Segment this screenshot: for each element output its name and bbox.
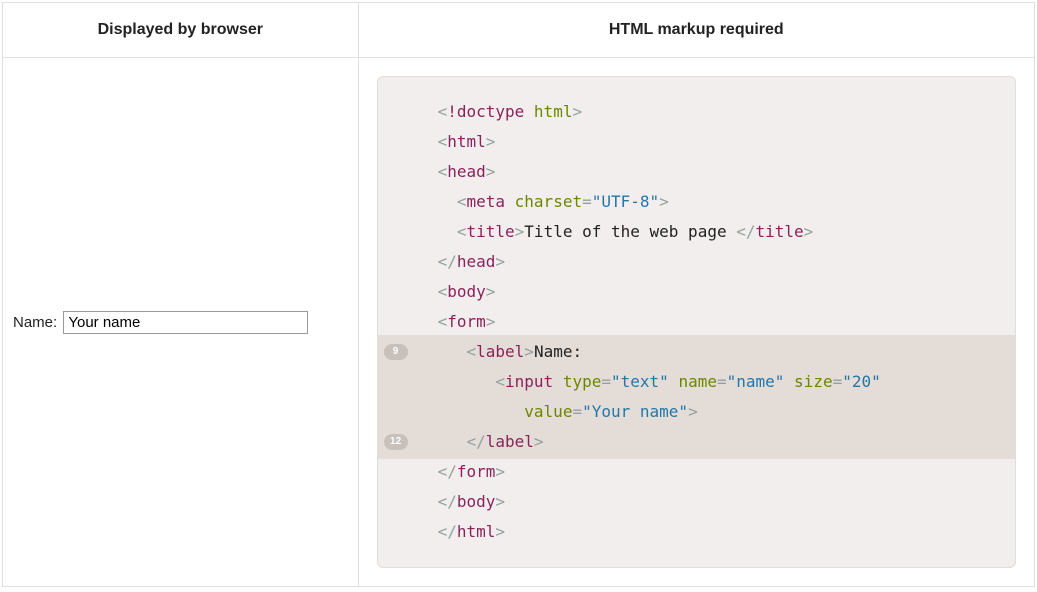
content-row: Name: 9 12 <!doctype html> <html> <head>…	[3, 58, 1035, 587]
name-input[interactable]	[63, 311, 308, 334]
code-block: 9 12 <!doctype html> <html> <head> <meta…	[377, 76, 1016, 568]
source-code: <!doctype html> <html> <head> <meta char…	[378, 77, 1015, 567]
example-table: Displayed by browser HTML markup require…	[2, 2, 1035, 587]
header-row: Displayed by browser HTML markup require…	[3, 3, 1035, 58]
browser-render-cell: Name:	[3, 58, 359, 587]
code-cell: 9 12 <!doctype html> <html> <head> <meta…	[358, 58, 1034, 587]
header-left: Displayed by browser	[3, 3, 359, 58]
name-label: Name:	[13, 314, 308, 331]
rendered-form: Name:	[13, 311, 348, 334]
header-right: HTML markup required	[358, 3, 1034, 58]
name-label-text: Name:	[13, 314, 57, 331]
